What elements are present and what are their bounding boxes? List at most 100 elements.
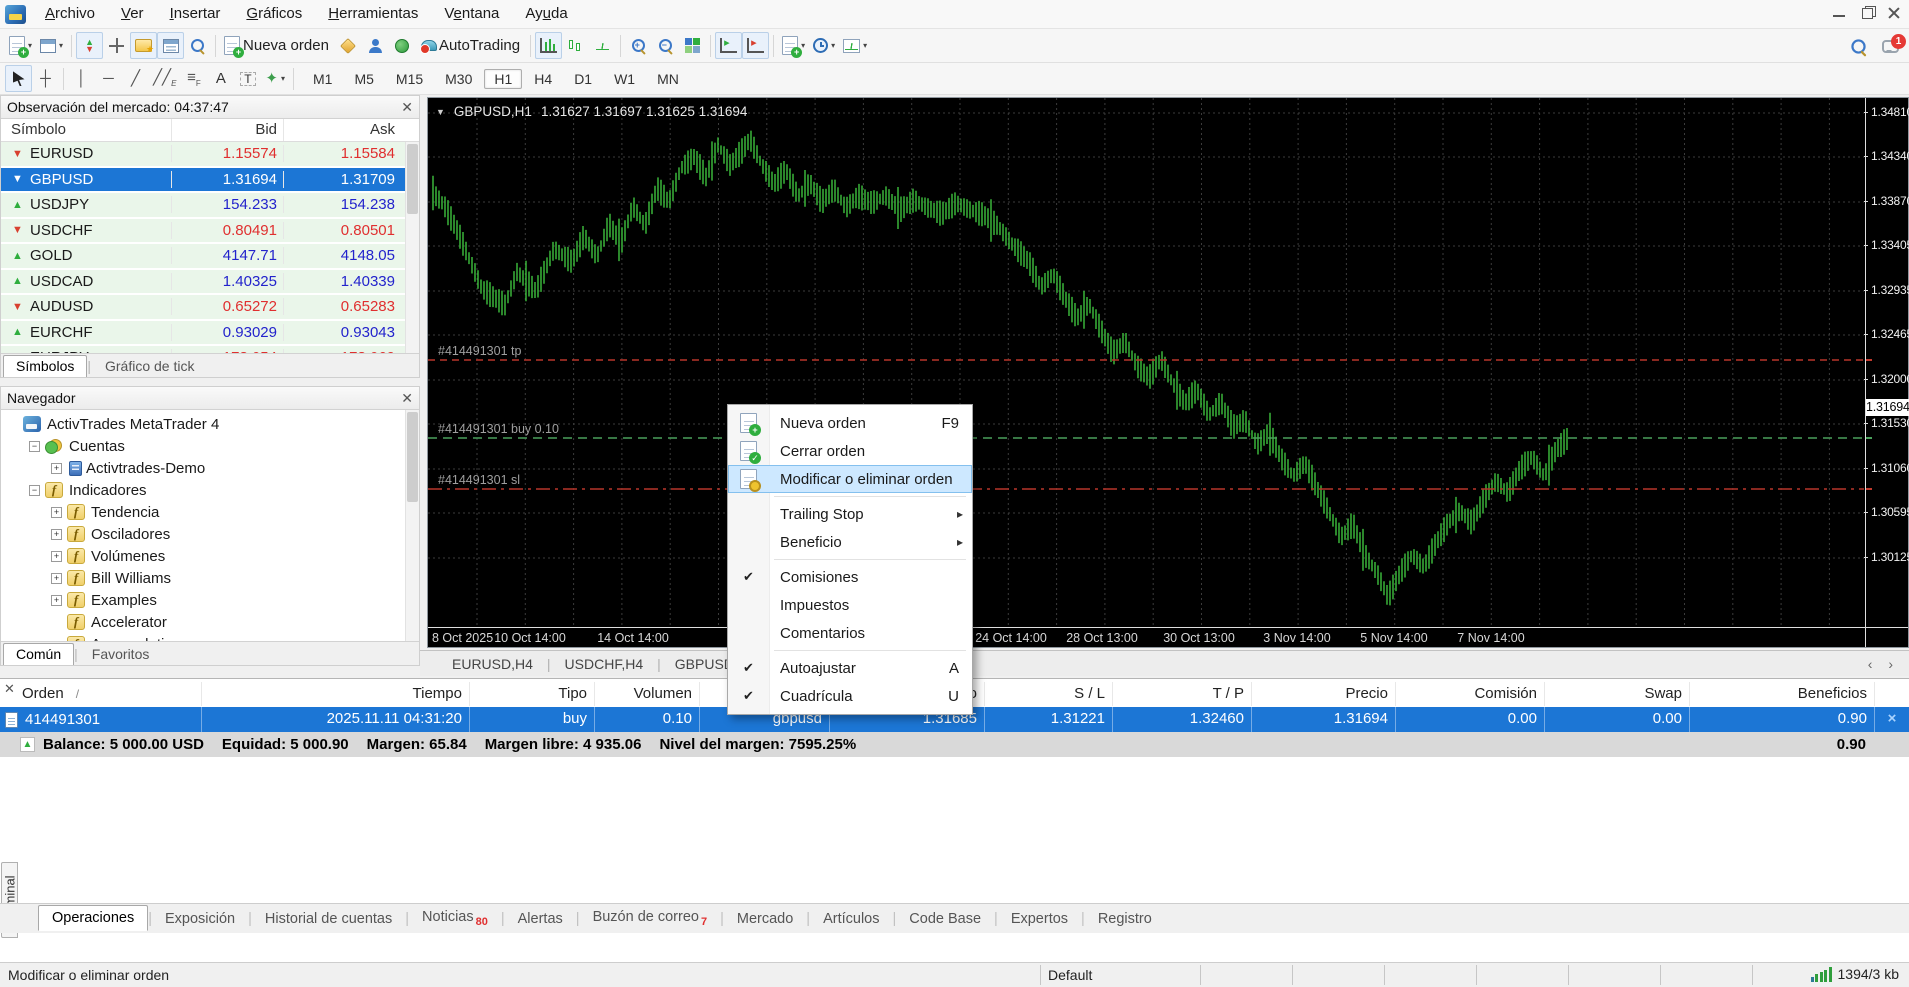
terminal-column-volumen[interactable]: Volumen: [595, 682, 700, 706]
terminal-tab-exposicio-n[interactable]: Exposición: [152, 907, 248, 931]
chart-tab-usdchf-h4[interactable]: USDCHF,H4: [551, 656, 658, 672]
menu-ayuda[interactable]: Ayuda: [512, 0, 580, 28]
chart-tab-eurusd-h4[interactable]: EURUSD,H4: [438, 656, 547, 672]
tree-expander[interactable]: +: [51, 551, 62, 562]
navigator-scrollbar[interactable]: [405, 410, 419, 643]
time-axis[interactable]: 8 Oct 202510 Oct 14:0014 Oct 14:0024 Oct…: [428, 628, 1865, 648]
context-item-modificar-o-eliminar-orden[interactable]: Modificar o eliminar orden: [728, 465, 972, 493]
tab-favoritos[interactable]: Favoritos: [80, 644, 162, 665]
terminal-tab-mercado[interactable]: Mercado: [724, 907, 806, 931]
channel-button[interactable]: ╱╱E: [149, 65, 180, 92]
strategy-tester-toggle[interactable]: [184, 32, 211, 59]
price-scale[interactable]: 1.348101.343401.338701.334051.329351.324…: [1865, 98, 1908, 647]
template-dropdown[interactable]: ▾: [839, 32, 871, 59]
timeframe-d1[interactable]: D1: [564, 69, 602, 89]
timeframe-w1[interactable]: W1: [604, 69, 645, 89]
timeframe-m5[interactable]: M5: [344, 69, 383, 89]
market-news-button[interactable]: [389, 32, 416, 59]
terminal-close-icon[interactable]: ✕: [4, 681, 15, 697]
fibonacci-button[interactable]: ≡F: [180, 65, 207, 92]
close-button[interactable]: [1885, 4, 1905, 22]
symbol-row-gbpusd[interactable]: ▼GBPUSD1.316941.31709: [1, 168, 419, 194]
nav-item-osciladores[interactable]: +Osciladores: [1, 523, 419, 545]
context-item-trailing-stop[interactable]: Trailing Stop▸: [728, 500, 972, 528]
close-order-icon[interactable]: ×: [1875, 707, 1909, 732]
tree-expander[interactable]: −: [29, 441, 40, 452]
zoom-out-button[interactable]: −: [652, 32, 679, 59]
context-item-comisiones[interactable]: ✔Comisiones: [728, 563, 972, 591]
nav-item-examples[interactable]: +Examples: [1, 589, 419, 611]
context-item-cerrar-orden[interactable]: ✓Cerrar orden: [728, 437, 972, 465]
data-window-toggle[interactable]: [103, 32, 130, 59]
nav-item-activtrades-metatrader-4[interactable]: ActivTrades MetaTrader 4: [1, 413, 419, 435]
status-profile[interactable]: Default: [1048, 967, 1092, 983]
nav-item-activtrades-demo[interactable]: +Activtrades-Demo: [1, 457, 419, 479]
tree-expander[interactable]: +: [51, 529, 62, 540]
tab-comu-n[interactable]: Común: [3, 643, 74, 665]
terminal-tab-registro[interactable]: Registro: [1085, 907, 1165, 931]
timeframe-h1[interactable]: H1: [484, 69, 522, 89]
terminal-column-swap[interactable]: Swap: [1545, 682, 1690, 706]
cursor-button[interactable]: [5, 65, 32, 92]
bar-chart-button[interactable]: [535, 32, 562, 59]
symbol-row-usdcad[interactable]: ▲USDCAD1.403251.40339: [1, 270, 419, 296]
timeframe-m15[interactable]: M15: [386, 69, 433, 89]
market-watch-scrollbar[interactable]: [405, 142, 419, 355]
price-chart[interactable]: [428, 98, 1865, 627]
terminal-column-tipo[interactable]: Tipo: [470, 682, 595, 706]
menu-herramientas[interactable]: Herramientas: [315, 0, 431, 28]
metaeditor-button[interactable]: [335, 32, 362, 59]
terminal-column-comisio-n[interactable]: Comisión: [1396, 682, 1545, 706]
terminal-tab-operaciones[interactable]: Operaciones: [38, 905, 148, 931]
symbol-row-audusd[interactable]: ▼AUDUSD0.652720.65283: [1, 295, 419, 321]
context-item-cuadri-cula[interactable]: ✔CuadrículaU: [728, 682, 972, 710]
auto-scroll-button[interactable]: [715, 32, 742, 59]
nav-item-volu-menes[interactable]: +Volúmenes: [1, 545, 419, 567]
symbol-row-eurchf[interactable]: ▲EURCHF0.930290.93043: [1, 321, 419, 347]
nav-item-bill-williams[interactable]: +Bill Williams: [1, 567, 419, 589]
market-watch-close-icon[interactable]: ✕: [401, 96, 413, 118]
horizontal-line-button[interactable]: ─: [95, 65, 122, 92]
nav-item-tendencia[interactable]: +Tendencia: [1, 501, 419, 523]
zoom-in-button[interactable]: +: [625, 32, 652, 59]
chart-tab-scroll-arrows[interactable]: ‹ ›: [1868, 656, 1909, 672]
nav-item-accelerator[interactable]: Accelerator: [1, 611, 419, 633]
context-item-autoajustar[interactable]: ✔AutoajustarA: [728, 654, 972, 682]
tab-si-mbolos[interactable]: Símbolos: [3, 355, 87, 377]
trendline-button[interactable]: ╱: [122, 65, 149, 92]
period-dropdown[interactable]: ▾: [809, 32, 839, 59]
terminal-column-precio[interactable]: Precio: [1252, 682, 1396, 706]
menu-archivo[interactable]: Archivo: [32, 0, 108, 28]
nav-item-cuentas[interactable]: −Cuentas: [1, 435, 419, 457]
symbol-row-gold[interactable]: ▲GOLD4147.714148.05: [1, 244, 419, 270]
tree-expander[interactable]: +: [51, 573, 62, 584]
chart-shift-button[interactable]: [742, 32, 769, 59]
app-icon[interactable]: [5, 5, 26, 24]
autotrading-button[interactable]: AutoTrading: [416, 32, 526, 59]
new-order-button[interactable]: +Nueva orden: [220, 32, 335, 59]
terminal-column-tiempo[interactable]: Tiempo: [202, 682, 470, 706]
symbol-row-eurusd[interactable]: ▼EURUSD1.155741.15584: [1, 142, 419, 168]
new-order-dropdown[interactable]: +▾: [778, 32, 809, 59]
navigator-toggle[interactable]: [130, 32, 157, 59]
context-item-comentarios[interactable]: Comentarios: [728, 619, 972, 647]
chart-menu-icon[interactable]: ▼: [436, 107, 445, 117]
column-header-ask[interactable]: Ask: [284, 119, 401, 141]
terminal-toggle[interactable]: [157, 32, 184, 59]
menu-ventana[interactable]: Ventana: [431, 0, 512, 28]
community-button[interactable]: [362, 32, 389, 59]
column-header-simbolo[interactable]: Símbolo: [1, 119, 172, 141]
text-label-button[interactable]: T: [234, 65, 261, 92]
line-chart-button[interactable]: [589, 32, 616, 59]
timeframe-m30[interactable]: M30: [435, 69, 482, 89]
market-watch-toggle[interactable]: ▲▼: [76, 32, 103, 59]
new-chart-button[interactable]: +▾: [5, 32, 36, 59]
terminal-tab-historial-de-cuentas[interactable]: Historial de cuentas: [252, 907, 405, 931]
arrows-button[interactable]: ✦▾: [261, 65, 289, 92]
text-button[interactable]: A: [207, 65, 234, 92]
terminal-tab-code-base[interactable]: Code Base: [896, 907, 994, 931]
candle-chart-button[interactable]: [562, 32, 589, 59]
menu-insertar[interactable]: Insertar: [157, 0, 234, 28]
chat-icon[interactable]: 1: [1882, 40, 1899, 53]
menu-graficos[interactable]: Gráficos: [233, 0, 315, 28]
